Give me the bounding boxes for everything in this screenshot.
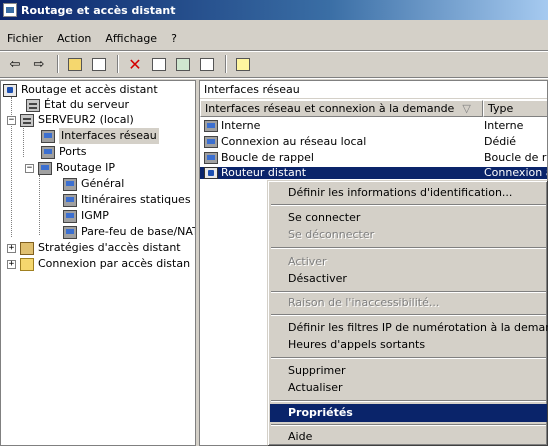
toolbar: ⇦ ⇨ ✕: [0, 53, 256, 75]
export-list-icon[interactable]: [196, 54, 218, 74]
menu-separator: [271, 204, 546, 206]
tree-item-server[interactable]: − SERVEUR2 (local): [7, 112, 134, 128]
igmp-icon: [63, 209, 77, 223]
back-arrow-icon[interactable]: ⇦: [4, 54, 26, 74]
window-title: Routage et accès distant: [21, 3, 176, 17]
expand-icon[interactable]: +: [7, 259, 16, 269]
menu-separator: [271, 424, 546, 426]
list-item[interactable]: Interne Interne: [200, 119, 547, 133]
ip-routing-icon: [38, 161, 52, 175]
interface-icon: [204, 120, 218, 132]
menu-item-refresh[interactable]: Actualiser: [270, 379, 547, 396]
interface-icon: [204, 152, 218, 164]
column-header-name[interactable]: Interfaces réseau et connexion à la dema…: [200, 100, 483, 117]
column-header-type[interactable]: Type: [483, 100, 547, 117]
menu-separator: [271, 247, 546, 249]
menu-item-unreachability: Raison de l'inaccessibilité...: [288, 296, 440, 309]
context-menu: Définir les informations d'identificatio…: [267, 180, 548, 446]
toolbar-separator-line: [0, 77, 548, 79]
show-hide-tree-icon[interactable]: [88, 54, 110, 74]
tree-item-server-status[interactable]: État du serveur: [26, 97, 129, 113]
help-icon[interactable]: [232, 54, 254, 74]
sort-arrow-icon: ▽: [462, 102, 471, 115]
menu-help[interactable]: ?: [164, 30, 184, 48]
list-item[interactable]: Boucle de rappel Boucle de rap: [200, 151, 547, 165]
menu-separator: [271, 291, 546, 293]
menu-action[interactable]: Action: [50, 30, 98, 48]
expand-icon[interactable]: +: [7, 243, 16, 253]
menu-item-help[interactable]: Aide: [270, 428, 547, 445]
list-item[interactable]: Connexion au réseau local Dédié: [200, 135, 547, 149]
menu-item-set-credentials[interactable]: Définir les informations d'identificatio…: [270, 184, 547, 201]
menu-item-dial-hours[interactable]: Heures d'appels sortants: [270, 336, 547, 353]
tree-item-nat[interactable]: Pare-feu de base/NAT: [63, 224, 195, 240]
refresh-icon[interactable]: [172, 54, 194, 74]
network-interface-icon: [41, 129, 55, 143]
app-icon: [3, 3, 17, 17]
menu-bar: Fichier Action Affichage ?: [0, 30, 184, 48]
menu-affichage[interactable]: Affichage: [98, 30, 164, 48]
tree-item-dial-in[interactable]: + Connexion par accès distan: [7, 256, 190, 272]
ports-icon: [41, 145, 55, 159]
forward-arrow-icon[interactable]: ⇨: [28, 54, 50, 74]
tree-item-ip-routing[interactable]: − Routage IP: [25, 160, 115, 176]
menu-item-ip-filters[interactable]: Définir les filtres IP de numérotation à…: [270, 319, 548, 336]
toolbar-separator: [57, 55, 59, 73]
toolbar-separator: [117, 55, 119, 73]
menu-item-disconnect: Se déconnecter: [288, 228, 375, 241]
menu-separator: [0, 50, 548, 52]
router-icon: [3, 83, 17, 97]
tree-item-root[interactable]: Routage et accès distant: [3, 82, 158, 98]
interface-icon: [204, 136, 218, 148]
general-icon: [63, 177, 77, 191]
tree-pane[interactable]: Routage et accès distant État du serveur…: [0, 80, 196, 446]
folder-icon: [20, 257, 34, 271]
tree-item-static-routes[interactable]: Itinéraires statiques: [63, 192, 191, 208]
menu-separator: [271, 314, 546, 316]
menu-item-enable: Activer: [288, 255, 327, 268]
static-routes-icon: [63, 193, 77, 207]
properties-icon[interactable]: [148, 54, 170, 74]
tree-line: [39, 175, 40, 235]
tree-item-interfaces[interactable]: Interfaces réseau: [41, 128, 159, 144]
menu-item-disable[interactable]: Désactiver: [270, 270, 547, 287]
menu-item-delete[interactable]: Supprimer: [270, 362, 547, 379]
toolbar-separator: [225, 55, 227, 73]
menu-item-properties[interactable]: Propriétés: [270, 404, 547, 422]
server-icon: [26, 98, 40, 112]
tree-item-general[interactable]: Général: [63, 176, 124, 192]
menu-item-connect[interactable]: Se connecter: [270, 209, 547, 226]
list-item-selected[interactable]: Routeur distant Connexion à: [200, 167, 547, 179]
collapse-icon[interactable]: −: [7, 115, 16, 125]
collapse-icon[interactable]: −: [25, 163, 34, 173]
tree-item-ports[interactable]: Ports: [41, 144, 87, 160]
menu-fichier[interactable]: Fichier: [0, 30, 50, 48]
tree-item-igmp[interactable]: IGMP: [63, 208, 109, 224]
nat-firewall-icon: [63, 225, 77, 239]
delete-icon[interactable]: ✕: [124, 54, 146, 74]
remote-router-icon: [204, 167, 218, 179]
up-folder-icon[interactable]: [64, 54, 86, 74]
panel-title: Interfaces réseau: [200, 81, 547, 99]
title-bar: Routage et accès distant: [0, 0, 548, 20]
menu-separator: [271, 357, 546, 359]
tree-item-policies[interactable]: + Stratégies d'accès distant: [7, 240, 181, 256]
menu-separator: [271, 400, 546, 402]
policies-icon: [20, 241, 34, 255]
server-icon: [20, 113, 34, 127]
